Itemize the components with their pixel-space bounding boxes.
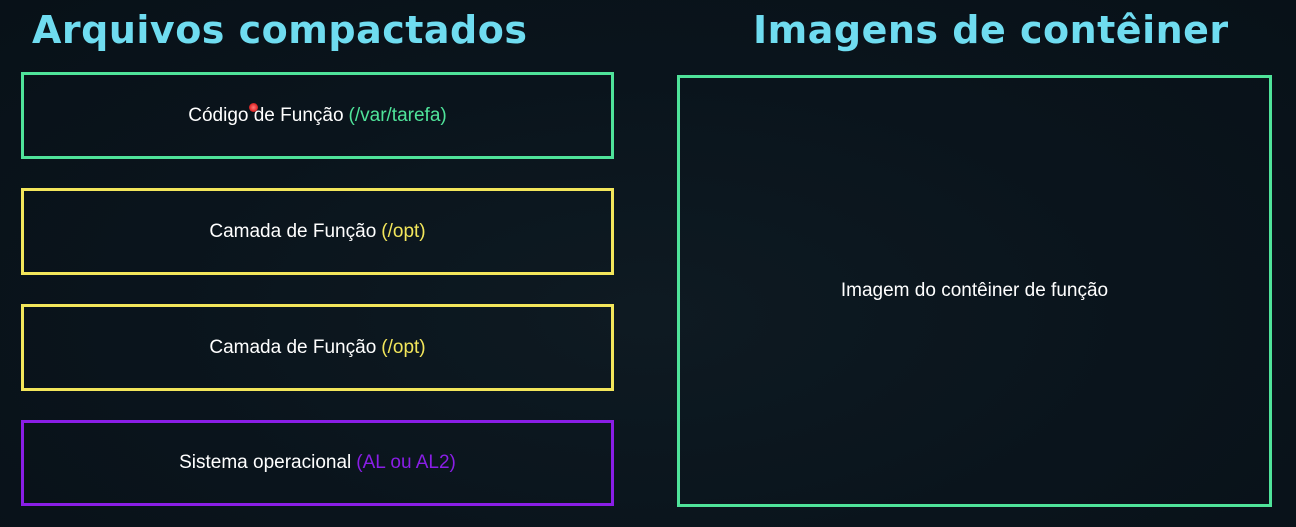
heading-container-images: Imagens de contêiner (753, 8, 1229, 52)
function-code-box: Código de Função (/var/tarefa) (21, 72, 614, 159)
function-container-image-box: Imagem do contêiner de função (677, 75, 1272, 507)
pointer-dot-icon (249, 103, 258, 112)
heading-zip-archives: Arquivos compactados (32, 8, 528, 52)
function-layer-label-2: Camada de Função (209, 336, 377, 358)
function-container-image-label: Imagem do contêiner de função (840, 280, 1109, 301)
function-layer-path-1: (/opt) (381, 220, 426, 242)
operating-system-path: (AL ou AL2) (356, 452, 456, 473)
function-layer-path-2: (/opt) (381, 336, 426, 358)
operating-system-box: Sistema operacional (AL ou AL2) (21, 420, 614, 506)
function-layer-box-2: Camada de Função (/opt) (21, 304, 614, 391)
function-code-label: Código de Função (188, 104, 344, 126)
function-layer-label-1: Camada de Função (209, 220, 377, 242)
operating-system-label: Sistema operacional (179, 452, 352, 473)
function-code-path: (/var/tarefa) (348, 104, 447, 126)
function-layer-box-1: Camada de Função (/opt) (21, 188, 614, 275)
